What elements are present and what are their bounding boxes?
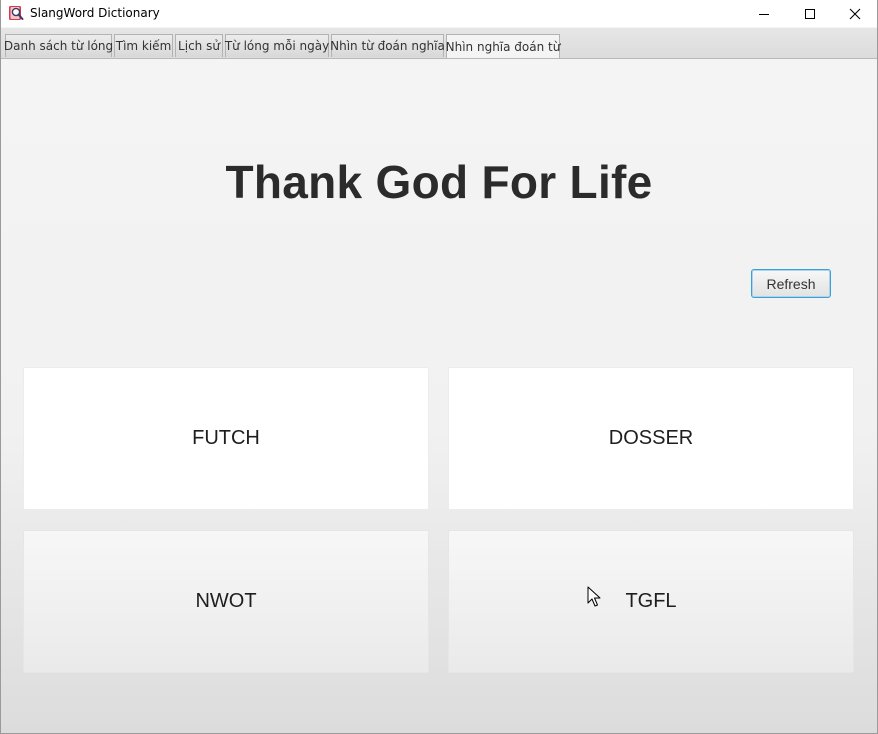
tab-slang-list[interactable]: Danh sách từ lóng [4,34,113,57]
window-title: SlangWord Dictionary [30,6,160,20]
tab-history[interactable]: Lịch sử [175,34,223,57]
minimize-button[interactable] [741,0,787,27]
answer-option-3[interactable]: NWOT [23,530,429,673]
app-window: SlangWord Dictionary Danh sách từ lóng T… [0,0,878,734]
tab-search[interactable]: Tìm kiếm [114,34,173,57]
answer-option-1[interactable]: FUTCH [23,367,429,510]
minimize-icon [759,13,769,15]
tab-guess-meaning[interactable]: Nhìn từ đoán nghĩa [330,34,445,57]
refresh-button[interactable]: Refresh [751,269,831,298]
tab-bar: Danh sách từ lóng Tìm kiếm Lịch sử Từ ló… [1,28,877,59]
maximize-icon [805,8,815,19]
close-icon [849,8,861,19]
tab-daily-slang[interactable]: Từ lóng mỗi ngày [225,34,329,57]
title-bar: SlangWord Dictionary [1,0,877,27]
app-logo-icon [8,5,24,21]
quiz-panel: Thank God For Life Refresh FUTCH DOSSER … [1,59,877,733]
maximize-button[interactable] [787,0,833,27]
answer-option-2[interactable]: DOSSER [448,367,854,510]
tab-guess-word[interactable]: Nhìn nghĩa đoán từ [446,34,560,58]
close-button[interactable] [832,0,878,27]
mouse-pointer-icon [587,586,601,607]
answer-option-4[interactable]: TGFL [448,530,854,673]
meaning-question: Thank God For Life [225,156,653,208]
